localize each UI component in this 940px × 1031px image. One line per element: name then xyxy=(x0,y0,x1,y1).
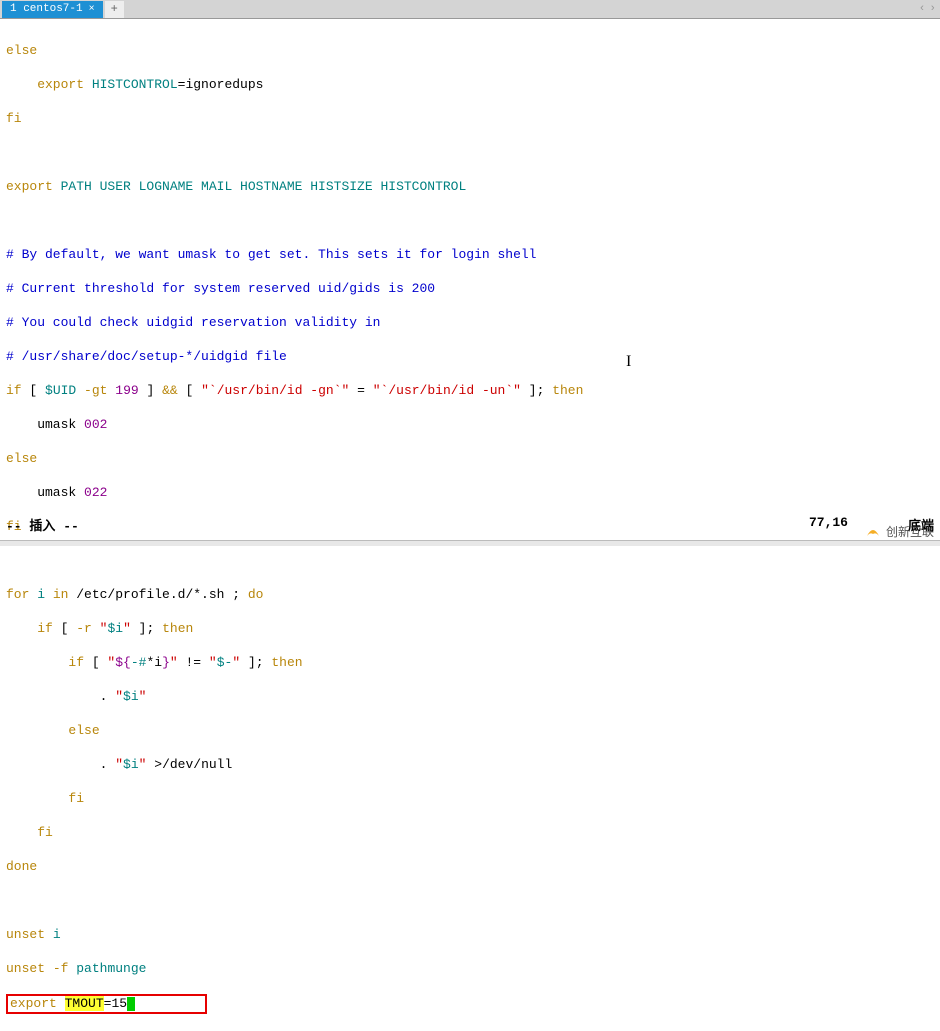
code-line: umask 002 xyxy=(6,416,934,433)
nav-prev-icon[interactable]: ‹ xyxy=(919,3,926,15)
bottom-bar xyxy=(0,540,940,546)
status-line: -- 插入 -- 77,16 底端 xyxy=(6,515,934,534)
code-line-highlight: export TMOUT=15 xyxy=(6,994,934,1014)
code-line xyxy=(6,212,934,229)
code-line: else xyxy=(6,722,934,739)
tab-label: 1 centos7-1 xyxy=(10,3,83,15)
cursor-position: 77,16 xyxy=(809,515,848,534)
code-line: fi xyxy=(6,110,934,127)
code-line: else xyxy=(6,450,934,467)
code-line: . "$i" >/dev/null xyxy=(6,756,934,773)
watermark-icon xyxy=(864,522,882,540)
code-line: # You could check uidgid reservation val… xyxy=(6,314,934,331)
tab-close-icon[interactable]: × xyxy=(89,4,95,15)
code-line: # Current threshold for system reserved … xyxy=(6,280,934,297)
code-line: unset i xyxy=(6,926,934,943)
tab-add-button[interactable]: + xyxy=(105,1,124,18)
code-line: fi xyxy=(6,824,934,841)
watermark: 创新互联 xyxy=(864,522,934,540)
code-line: export HISTCONTROL=ignoredups xyxy=(6,76,934,93)
tab-bar: 1 centos7-1 × + ‹ › xyxy=(0,0,940,19)
code-line: for i in /etc/profile.d/*.sh ; do xyxy=(6,586,934,603)
code-line: export PATH USER LOGNAME MAIL HOSTNAME H… xyxy=(6,178,934,195)
code-line: umask 022 xyxy=(6,484,934,501)
code-line: unset -f pathmunge xyxy=(6,960,934,977)
code-line: done xyxy=(6,858,934,875)
code-line: if [ "${-#*i}" != "$-" ]; then xyxy=(6,654,934,671)
code-line: # /usr/share/doc/setup-*/uidgid file xyxy=(6,348,934,365)
code-line xyxy=(6,892,934,909)
tab-active[interactable]: 1 centos7-1 × xyxy=(2,1,103,18)
code-line: . "$i" xyxy=(6,688,934,705)
code-line: if [ $UID -gt 199 ] && [ "`/usr/bin/id -… xyxy=(6,382,934,399)
watermark-text: 创新互联 xyxy=(886,523,934,540)
tab-nav: ‹ › xyxy=(919,3,940,15)
code-line: else xyxy=(6,42,934,59)
code-line xyxy=(6,144,934,161)
code-line xyxy=(6,552,934,569)
nav-next-icon[interactable]: › xyxy=(929,3,936,15)
text-caret-icon: I xyxy=(626,353,631,371)
code-line: # By default, we want umask to get set. … xyxy=(6,246,934,263)
vim-mode: -- 插入 -- xyxy=(6,515,809,534)
cursor-icon xyxy=(127,997,135,1011)
code-line: fi xyxy=(6,790,934,807)
code-line: if [ -r "$i" ]; then xyxy=(6,620,934,637)
